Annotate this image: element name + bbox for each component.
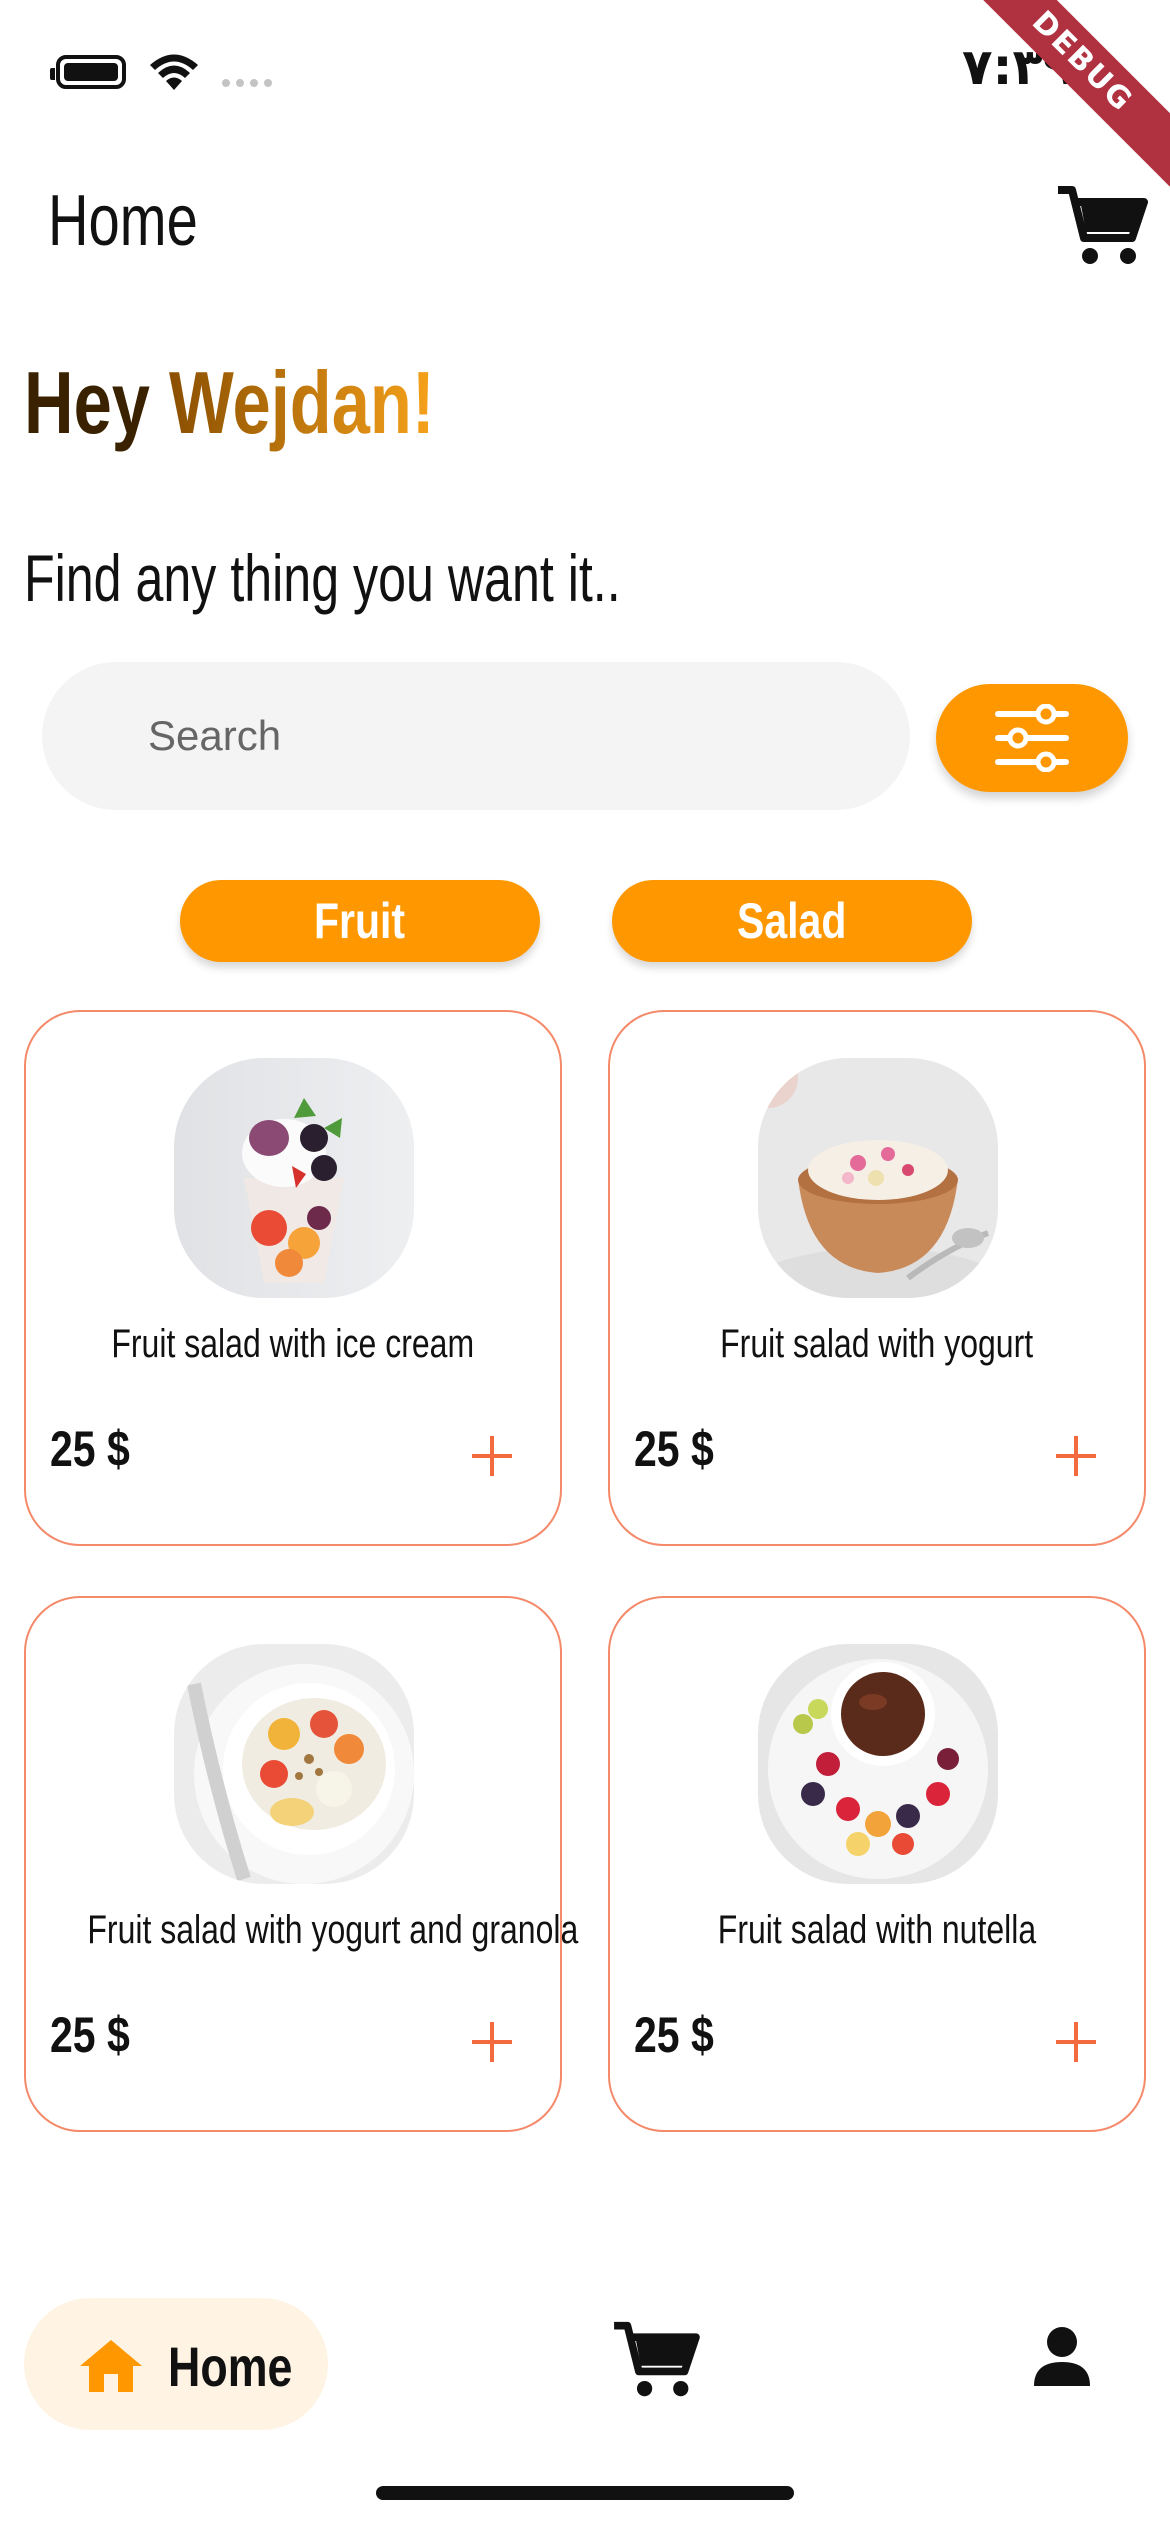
category-chip-fruit[interactable]: Fruit	[180, 880, 540, 962]
product-title: Fruit salad with yogurt	[720, 1322, 1034, 1366]
category-chip-label: Salad	[737, 893, 847, 949]
signal-icon	[222, 79, 272, 87]
add-to-cart-plus-icon[interactable]	[1056, 1436, 1096, 1476]
nav-profile-icon[interactable]	[1032, 2326, 1092, 2388]
cart-icon[interactable]	[1056, 184, 1148, 268]
status-bar: ٧:٣٩	[0, 0, 1170, 140]
search-box[interactable]	[42, 662, 910, 810]
nav-item-home[interactable]: Home	[24, 2298, 328, 2430]
status-icons	[50, 52, 272, 92]
category-chip-salad[interactable]: Salad	[612, 880, 972, 962]
product-card[interactable]: Fruit salad with nutella 25 $	[608, 1596, 1146, 2132]
product-card[interactable]: Fruit salad with ice cream 25 $	[24, 1010, 562, 1546]
product-title: Fruit salad with yogurt and granola	[87, 1908, 579, 1952]
product-title: Fruit salad with ice cream	[111, 1322, 475, 1366]
battery-icon	[50, 55, 126, 89]
product-price: 25 $	[634, 1421, 714, 1477]
bottom-navigation: Home	[0, 2280, 1170, 2460]
add-to-cart-plus-icon[interactable]	[472, 2022, 512, 2062]
product-image-yogurt	[758, 1058, 998, 1298]
product-price: 25 $	[50, 2007, 130, 2063]
product-title: Fruit salad with nutella	[717, 1908, 1037, 1952]
product-card[interactable]: Fruit salad with yogurt and granola 25 $	[24, 1596, 579, 2132]
greeting-prefix: Hey	[24, 353, 150, 452]
product-image-nutella	[758, 1644, 998, 1884]
product-price: 25 $	[50, 1421, 130, 1477]
search-input[interactable]	[148, 698, 848, 774]
product-image-granola	[174, 1644, 414, 1884]
product-card[interactable]: Fruit salad with yogurt 25 $	[608, 1010, 1146, 1546]
wifi-icon	[150, 54, 198, 90]
category-chip-label: Fruit	[314, 893, 406, 949]
filter-button[interactable]	[936, 684, 1128, 792]
product-price: 25 $	[634, 2007, 714, 2063]
add-to-cart-plus-icon[interactable]	[1056, 2022, 1096, 2062]
add-to-cart-plus-icon[interactable]	[472, 1436, 512, 1476]
sliders-icon	[995, 704, 1069, 772]
nav-cart-icon[interactable]	[612, 2320, 700, 2400]
subtitle: Find any thing you want it..	[24, 541, 621, 615]
greeting-name: Wejdan!	[168, 353, 435, 452]
product-image-ice-cream	[174, 1058, 414, 1298]
nav-home-label: Home	[168, 2335, 293, 2398]
greeting-heading: Hey Wejdan!	[24, 352, 435, 454]
home-icon	[80, 2340, 142, 2392]
home-indicator	[376, 2486, 794, 2500]
page-title: Home	[48, 181, 198, 261]
